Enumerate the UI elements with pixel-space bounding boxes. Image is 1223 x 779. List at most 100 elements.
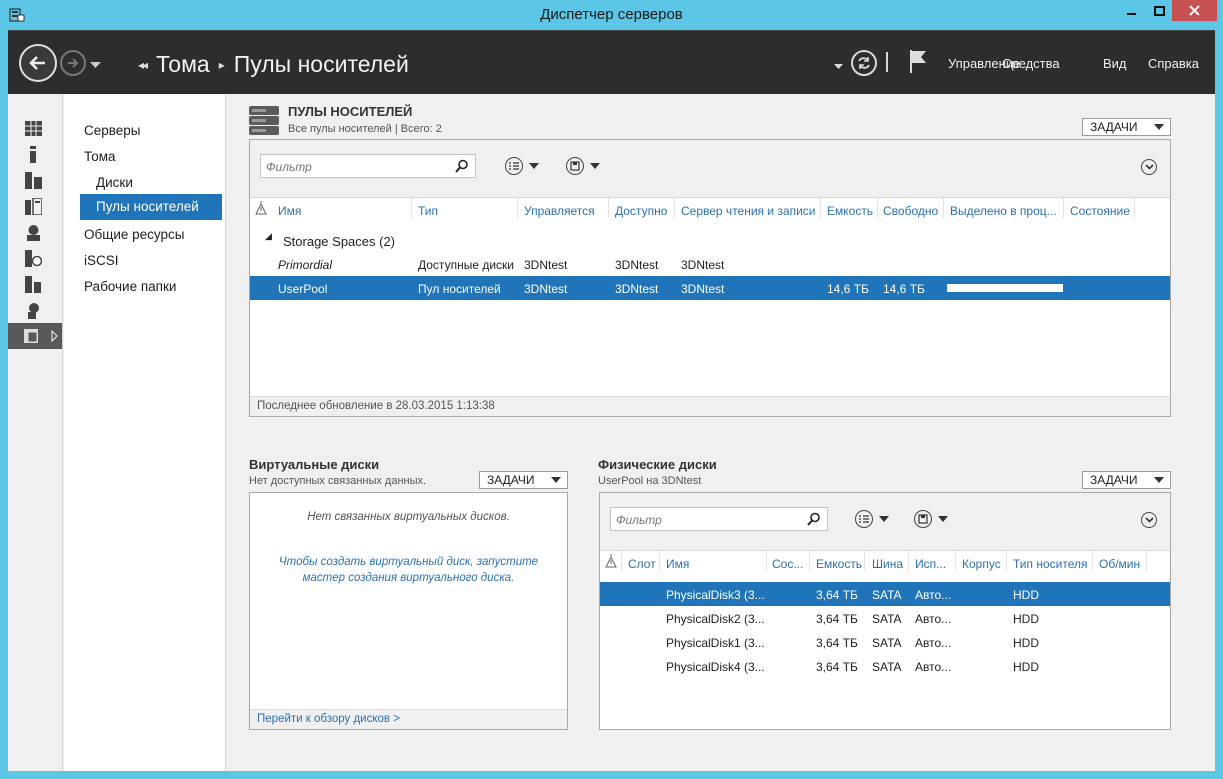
col-rw-server[interactable]: Сервер чтения и записи xyxy=(681,204,816,218)
menu-tools[interactable]: Средства xyxy=(1002,56,1060,71)
certificate-icon[interactable] xyxy=(24,301,42,319)
pools-expand-button[interactable] xyxy=(1141,159,1157,175)
server-manager-window: Диспетчер серверов ◂◂ Тома ▸ Пулы носите… xyxy=(0,0,1223,779)
time-server-icon[interactable] xyxy=(24,249,42,267)
vdisks-hint-line1[interactable]: Чтобы создать виртуальный диск, запустит… xyxy=(250,556,567,568)
breadcrumb-volumes[interactable]: Тома xyxy=(156,51,210,78)
menu-help[interactable]: Справка xyxy=(1148,56,1199,71)
notifications-flag-button[interactable] xyxy=(908,48,928,77)
all-servers-icon[interactable] xyxy=(24,171,42,189)
file-services-icon[interactable] xyxy=(24,197,42,215)
file-storage-icon-active[interactable] xyxy=(8,323,62,349)
pools-tasks-button[interactable]: ЗАДАЧИ xyxy=(1082,118,1171,136)
nav-item-servers[interactable]: Серверы xyxy=(84,123,141,138)
nav-item-shares[interactable]: Общие ресурсы xyxy=(84,227,184,242)
history-dropdown[interactable] xyxy=(90,58,101,72)
col-separator xyxy=(411,198,412,218)
close-button[interactable] xyxy=(1172,0,1217,21)
group-storage-spaces[interactable]: Storage Spaces (2) xyxy=(283,234,395,249)
col-separator xyxy=(659,551,660,571)
vdisks-tasks-button[interactable]: ЗАДАЧИ xyxy=(479,471,568,489)
col-bus[interactable]: Шина xyxy=(872,557,903,571)
search-icon[interactable] xyxy=(807,512,821,529)
pool-available: 3DNtest xyxy=(615,258,659,272)
minimize-icon xyxy=(1127,12,1136,15)
main-area: Серверы Тома Диски Пулы носителей Общие … xyxy=(8,94,1215,771)
pdisks-subtitle: UserPool на 3DNtest xyxy=(598,475,702,487)
pdisks-list-options-button[interactable] xyxy=(855,510,889,528)
servers-role-icon[interactable] xyxy=(24,275,42,293)
disk-usage: Авто... xyxy=(915,588,952,602)
iis-icon[interactable] xyxy=(24,223,42,241)
col-separator xyxy=(864,551,865,571)
pools-list-options-button[interactable] xyxy=(505,157,539,175)
chevron-down-icon xyxy=(90,62,101,68)
header-divider xyxy=(886,52,888,72)
col-warning-icon[interactable] xyxy=(605,554,617,571)
table-row-selected[interactable]: UserPool Пул носителей 3DNtest 3DNtest 3… xyxy=(250,276,1170,300)
chevron-down-icon xyxy=(879,516,889,522)
forward-button[interactable] xyxy=(60,50,86,76)
col-usage[interactable]: Исп... xyxy=(915,557,946,571)
pools-filter-input[interactable]: Фильтр xyxy=(260,154,476,178)
col-name[interactable]: Имя xyxy=(278,204,301,218)
vdisks-hint-line2[interactable]: мастер создания виртуального диска. xyxy=(250,572,567,584)
chevron-down-icon xyxy=(1144,517,1154,523)
allocated-progress-bar xyxy=(947,284,1063,292)
flag-icon xyxy=(910,50,926,73)
col-free[interactable]: Свободно xyxy=(883,204,938,218)
col-state[interactable]: Состояние xyxy=(1070,204,1130,218)
col-status[interactable]: Сос... xyxy=(772,557,803,571)
list-icon xyxy=(505,157,523,175)
refresh-button[interactable] xyxy=(851,50,877,76)
pdisks-expand-button[interactable] xyxy=(1141,512,1157,528)
vdisks-overview-link[interactable]: Перейти к обзору дисков > xyxy=(250,709,567,729)
collapse-group-icon[interactable]: ◢ xyxy=(265,231,272,242)
col-rpm[interactable]: Об/мин xyxy=(1099,557,1140,571)
pdisks-tasks-button[interactable]: ЗАДАЧИ xyxy=(1082,471,1171,489)
col-managed-by[interactable]: Управляется xyxy=(524,204,595,218)
col-chassis[interactable]: Корпус xyxy=(962,557,1001,571)
disk-media-type: HDD xyxy=(1013,588,1039,602)
col-allocated[interactable]: Выделено в проц... xyxy=(950,204,1057,218)
pool-managed: 3DNtest xyxy=(524,282,568,296)
col-disk-capacity[interactable]: Емкость xyxy=(816,557,862,571)
col-capacity[interactable]: Емкость xyxy=(827,204,873,218)
nav-item-iscsi[interactable]: iSCSI xyxy=(84,253,119,268)
breadcrumb: ◂◂ Тома ▸ Пулы носителей xyxy=(138,51,409,78)
pools-save-query-button[interactable] xyxy=(566,157,600,175)
col-slot[interactable]: Слот xyxy=(628,557,656,571)
col-available-to[interactable]: Доступно xyxy=(615,204,667,218)
pdisks-filter-placeholder: Фильтр xyxy=(616,513,662,527)
chevron-down-icon xyxy=(1154,124,1164,130)
col-separator xyxy=(766,551,767,571)
save-icon xyxy=(566,157,584,175)
chevron-down-icon xyxy=(938,516,948,522)
chevron-down-icon xyxy=(529,163,539,169)
col-warning-icon[interactable] xyxy=(255,201,267,218)
header-dropdown[interactable] xyxy=(834,59,843,73)
breadcrumb-storage-pools[interactable]: Пулы носителей xyxy=(234,51,409,78)
search-icon[interactable] xyxy=(455,159,469,176)
pdisks-filter-input[interactable]: Фильтр xyxy=(610,507,828,531)
col-disk-name[interactable]: Имя xyxy=(666,557,689,571)
icon-sidebar xyxy=(8,94,63,771)
maximize-button[interactable] xyxy=(1146,0,1172,21)
nav-item-work-folders[interactable]: Рабочие папки xyxy=(84,279,176,294)
pdisks-tasks-label: ЗАДАЧИ xyxy=(1090,473,1138,487)
col-media-type[interactable]: Тип носителя xyxy=(1013,557,1087,571)
pdisks-save-query-button[interactable] xyxy=(914,510,948,528)
nav-item-storage-pools[interactable]: Пулы носителей xyxy=(80,194,222,220)
nav-item-disks[interactable]: Диски xyxy=(96,175,133,190)
local-server-icon[interactable] xyxy=(24,145,42,163)
back-button[interactable] xyxy=(19,44,57,82)
minimize-button[interactable] xyxy=(1118,0,1146,21)
nav-item-volumes[interactable]: Тома xyxy=(84,149,116,164)
dashboard-icon[interactable] xyxy=(24,119,42,137)
table-row-selected[interactable]: PhysicalDisk3 (3... 3,64 ТБ SATA Авто...… xyxy=(600,582,1170,606)
chevron-down-icon xyxy=(1144,164,1154,170)
navigation-pane: Серверы Тома Диски Пулы носителей Общие … xyxy=(64,94,226,771)
col-type[interactable]: Тип xyxy=(418,204,438,218)
arrow-left-icon xyxy=(29,56,45,70)
menu-view[interactable]: Вид xyxy=(1103,56,1127,71)
